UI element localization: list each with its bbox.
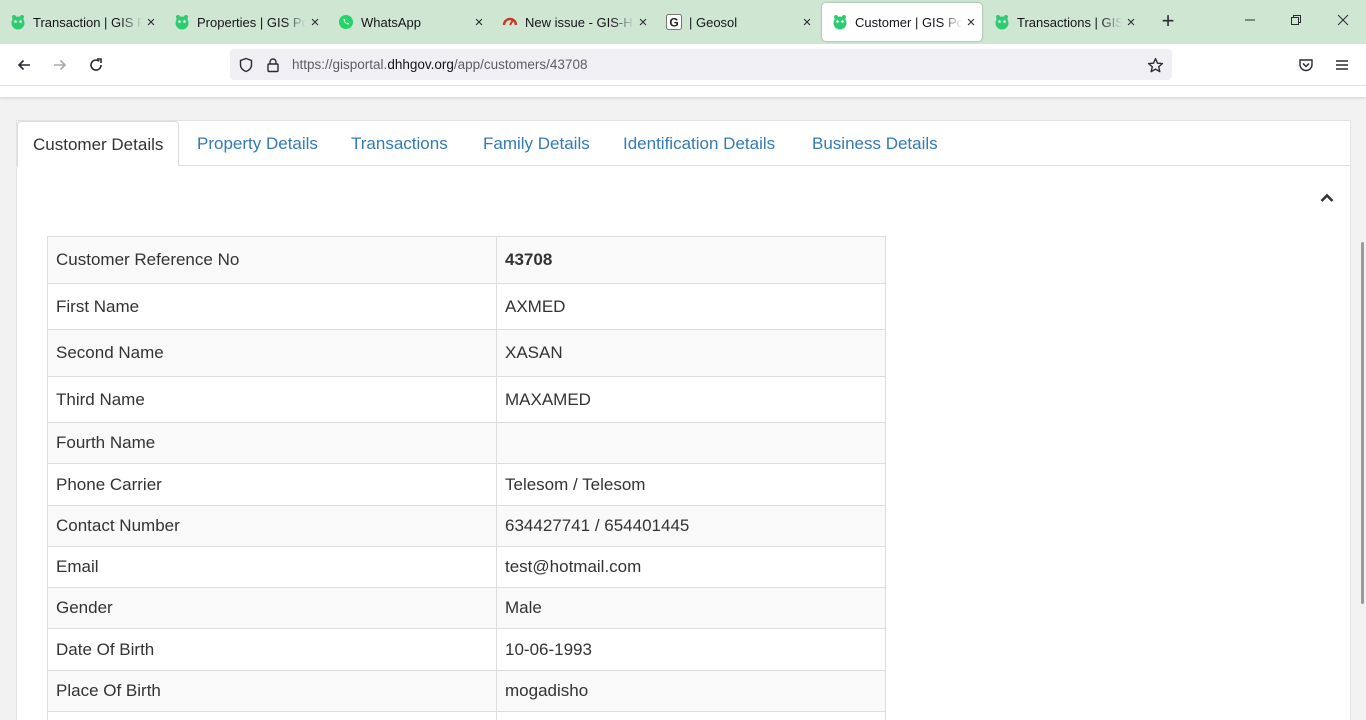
browser-tab-transaction[interactable]: Transaction | GIS Portal × [0,3,162,41]
menu-hamburger-icon[interactable] [1329,53,1355,77]
field-label: Customer Reference No [47,236,497,284]
gis-portal-icon [10,14,26,30]
field-value [496,422,886,464]
table-row: Gender Male [47,587,886,629]
tab-customer-details[interactable]: Customer Details [17,121,180,167]
field-label: Third Name [47,376,497,423]
chevron-up-icon[interactable] [1318,191,1336,205]
back-arrow-icon[interactable] [11,53,37,77]
page-viewport: Customer Details Property Details Transa… [0,87,1366,720]
gis-portal-icon [832,14,848,30]
address-bar[interactable]: https://gisportal.dhhgov.org/app/custome… [230,49,1172,80]
tab-title: Customer | GIS Portal [855,14,962,30]
tab-title: New issue - GIS-Hargeisa [525,14,634,30]
whatsapp-icon [338,14,354,30]
tab-business-details[interactable]: Business Details [812,121,938,166]
field-label: Gender [47,587,497,629]
field-value: Telesom / Telesom [496,463,886,506]
bookmark-star-icon[interactable] [1146,56,1164,74]
table-row: Contact Number 634427741 / 654401445 [47,505,886,547]
table-row: Date Of Birth 10-06-1993 [47,628,886,671]
field-label: Fourth Name [47,422,497,464]
close-icon[interactable]: × [1122,14,1140,31]
svg-text:G: G [669,16,678,30]
field-value: 43708 [496,236,886,284]
table-row [47,711,886,720]
customer-card: Customer Details Property Details Transa… [16,120,1351,720]
browser-tab-strip: Transaction | GIS Portal × Properties | … [0,0,1366,44]
field-label [47,711,497,720]
tab-title: | Geosol [689,14,738,30]
lock-icon[interactable] [264,56,282,74]
reload-icon[interactable] [83,53,109,77]
tab-title: Properties | GIS Portal [197,14,306,30]
navigation-toolbar: https://gisportal.dhhgov.org/app/custome… [0,44,1366,86]
browser-tab-new-issue[interactable]: New issue - GIS-Hargeisa × [492,3,654,41]
field-value: mogadisho [496,670,886,712]
customer-details-table: Customer Reference No 43708 First Name A… [47,236,886,720]
field-value: XASAN [496,329,886,377]
page-scrollbar[interactable] [1361,242,1364,604]
close-icon[interactable]: × [962,14,980,31]
pocket-icon[interactable] [1293,53,1319,77]
tab-transactions[interactable]: Transactions [351,121,448,166]
tab-title: Transactions | GIS Portal [1017,14,1122,30]
browser-tab-transactions[interactable]: Transactions | GIS Portal × [984,3,1142,41]
gitlab-icon [502,14,518,30]
close-icon[interactable]: × [142,14,160,31]
tab-title: WhatsApp [361,14,421,30]
minimize-icon[interactable] [1240,12,1260,32]
forward-arrow-icon[interactable] [47,53,73,77]
url-text[interactable]: https://gisportal.dhhgov.org/app/custome… [292,57,587,72]
gis-portal-icon [174,14,190,30]
restore-icon[interactable] [1286,12,1306,32]
field-value: MAXAMED [496,376,886,423]
browser-tab-geosol[interactable]: G | Geosol × [656,3,818,41]
field-label: First Name [47,283,497,330]
geosol-icon: G [666,14,682,30]
table-row: First Name AXMED [47,283,886,330]
field-label: Phone Carrier [47,463,497,506]
table-row: Place Of Birth mogadisho [47,670,886,712]
field-label: Contact Number [47,505,497,547]
field-value: test@hotmail.com [496,546,886,588]
close-icon[interactable]: × [798,14,816,31]
close-icon[interactable]: × [470,14,488,31]
field-label: Place Of Birth [47,670,497,712]
browser-tab-whatsapp[interactable]: WhatsApp × [328,3,490,41]
new-tab-plus-icon[interactable]: + [1156,10,1180,34]
table-row: Phone Carrier Telesom / Telesom [47,463,886,506]
field-value: 634427741 / 654401445 [496,505,886,547]
field-label: Date Of Birth [47,628,497,671]
close-icon[interactable]: × [306,14,324,31]
tab-property-details[interactable]: Property Details [197,121,318,166]
tab-title: Transaction | GIS Portal [33,14,142,30]
field-label: Second Name [47,329,497,377]
field-value: 10-06-1993 [496,628,886,671]
page-header-bar [0,87,1366,98]
table-row: Third Name MAXAMED [47,376,886,423]
table-row: Second Name XASAN [47,329,886,377]
browser-tab-customer[interactable]: Customer | GIS Portal × [822,3,982,41]
shield-icon[interactable] [237,56,255,74]
close-window-icon[interactable] [1333,12,1353,32]
field-value: AXMED [496,283,886,330]
tab-identification-details[interactable]: Identification Details [623,121,775,166]
field-value: Male [496,587,886,629]
table-row: Customer Reference No 43708 [47,236,886,284]
tab-family-details[interactable]: Family Details [483,121,590,166]
gis-portal-icon [994,14,1010,30]
field-value [496,711,886,720]
customer-tabs: Customer Details Property Details Transa… [17,121,1350,167]
table-row: Email test@hotmail.com [47,546,886,588]
close-icon[interactable]: × [634,14,652,31]
table-row: Fourth Name [47,422,886,464]
field-label: Email [47,546,497,588]
browser-tab-properties[interactable]: Properties | GIS Portal × [164,3,326,41]
